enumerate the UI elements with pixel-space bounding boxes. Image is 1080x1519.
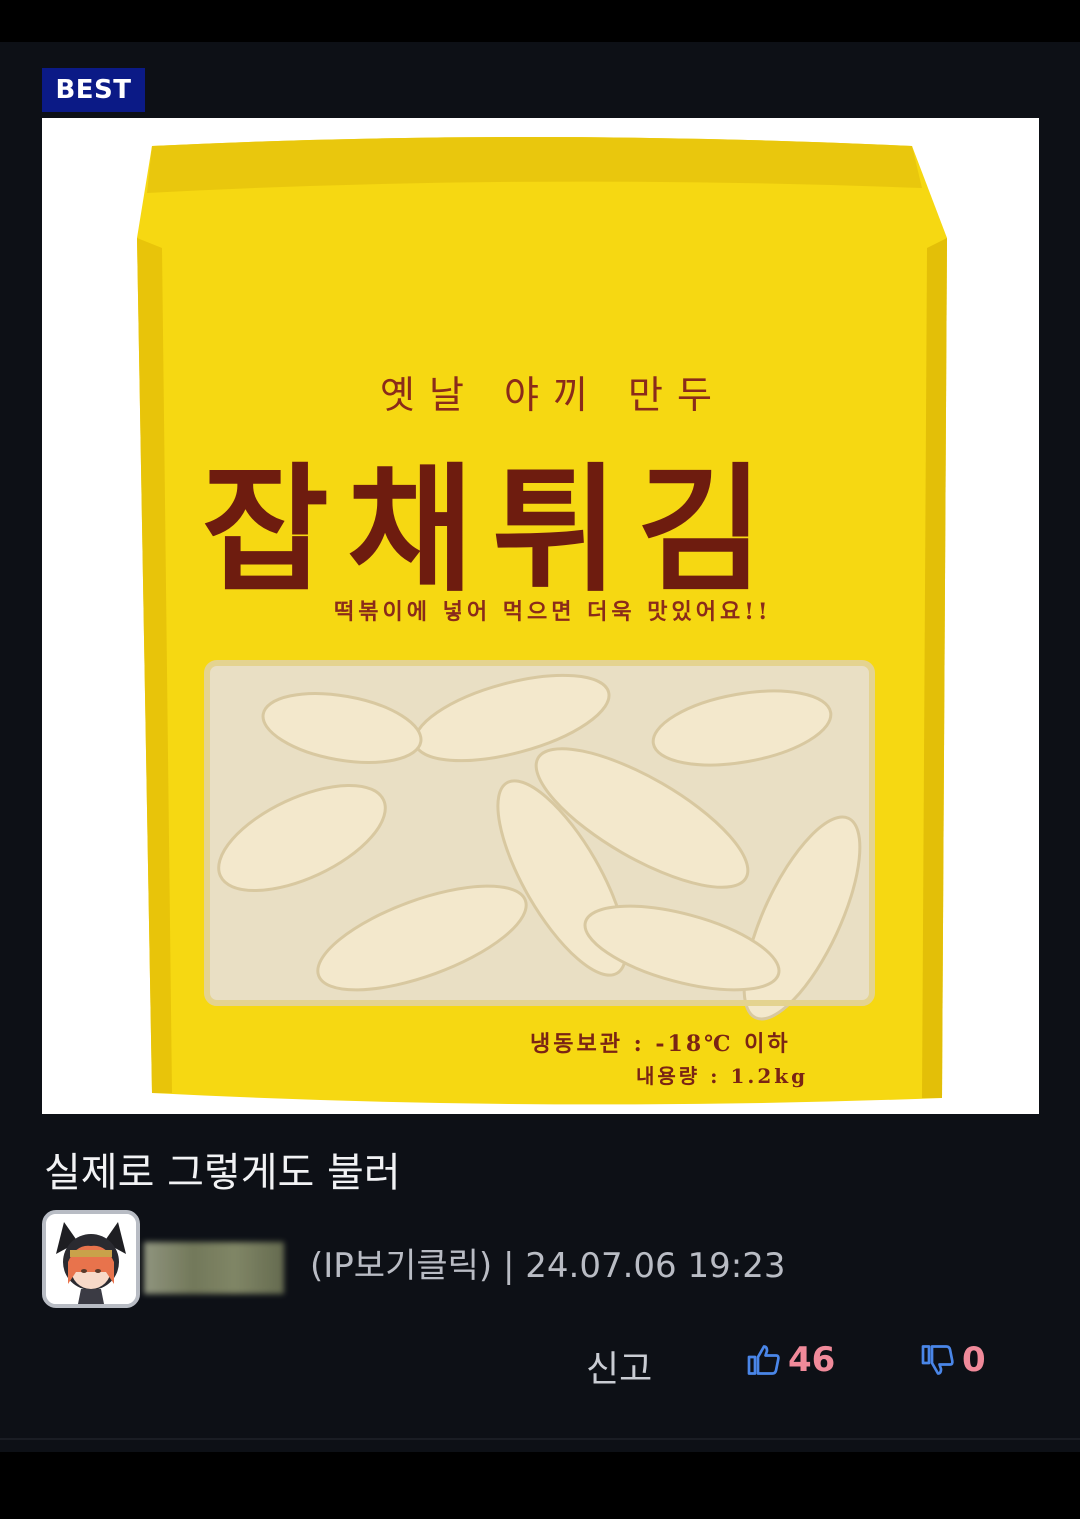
dislike-button[interactable]: 0 [920,1340,986,1380]
nickname-blurred [144,1242,284,1294]
post-image[interactable]: 옛날 야끼 만두 잡채튀김 떡볶이에 넣어 먹으면 더욱 맛있어요!! 냉동보관… [42,118,1039,1114]
like-button[interactable]: 46 [746,1340,835,1380]
post-actions: 신고 46 0 [0,1330,1080,1394]
status-bar [0,0,1080,42]
author-row: (IP보기클릭) | 24.07.06 19:23 [42,1208,1042,1308]
thumbs-down-icon [921,1345,954,1375]
package-storage-info: 냉동보관 : -18℃ 이하 [530,1031,791,1057]
package-tagline: 떡볶이에 넣어 먹으면 더욱 맛있어요!! [334,599,772,625]
like-count: 46 [788,1340,836,1380]
post-title: 실제로 그렇게도 불러 [44,1150,401,1196]
thumbs-up-icon [747,1345,780,1375]
post-timestamp: 24.07.06 19:23 [525,1246,786,1286]
dislike-count: 0 [962,1340,986,1380]
package-weight-info: 내용량 : 1.2kg [636,1064,809,1088]
report-button[interactable]: 신고 [586,1340,652,1392]
avatar-character-icon [46,1214,136,1304]
best-badge: BEST [42,68,145,112]
post-meta: (IP보기클릭) | 24.07.06 19:23 [310,1238,785,1287]
ip-view-link[interactable]: (IP보기클릭) [310,1246,492,1286]
package-product-name: 잡채튀김 [202,448,782,611]
avatar[interactable] [42,1210,140,1308]
meta-separator: | [492,1246,526,1286]
navigation-bar [0,1452,1080,1519]
section-divider [0,1438,1080,1440]
package-subtitle: 옛날 야끼 만두 [380,373,726,417]
